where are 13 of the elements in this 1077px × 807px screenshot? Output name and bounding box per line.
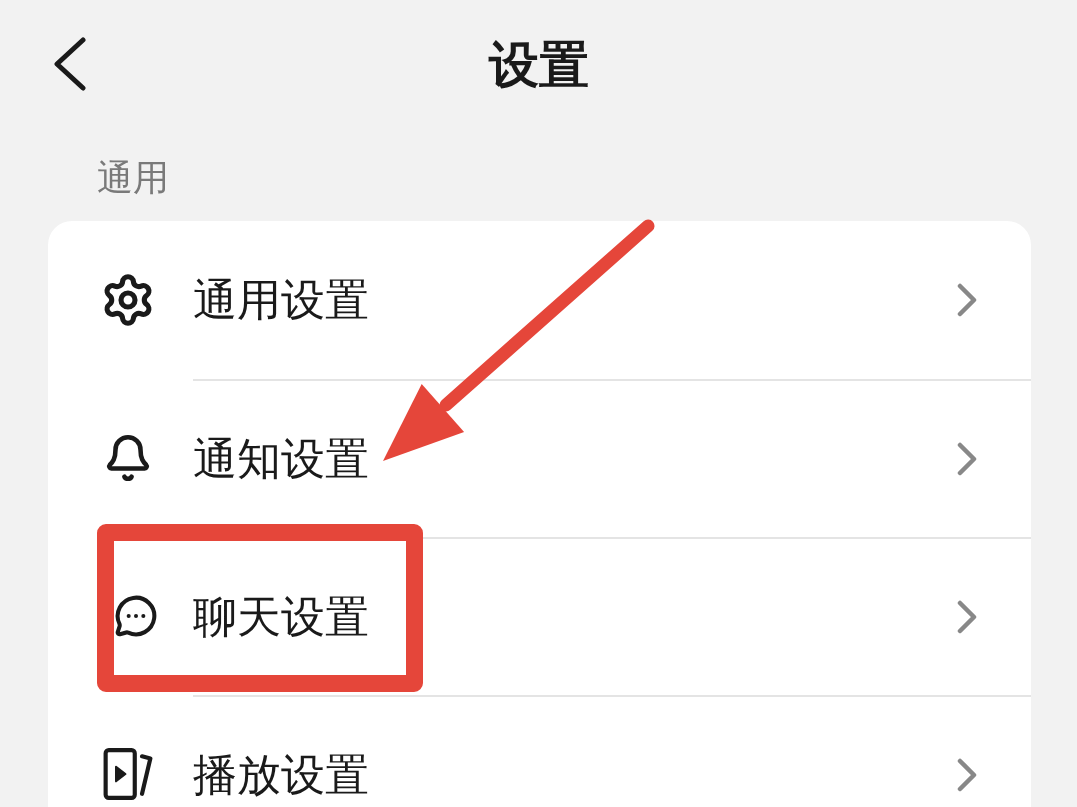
setting-label[interactable]: 聊天设置 xyxy=(193,593,369,642)
chevron-right-icon xyxy=(957,442,977,477)
chat-bubble-icon xyxy=(114,594,158,639)
chevron-right-icon xyxy=(957,283,977,318)
play-frame-icon xyxy=(102,748,154,801)
setting-label[interactable]: 通用设置 xyxy=(193,276,369,325)
setting-label[interactable]: 播放设置 xyxy=(193,751,369,800)
chevron-right-icon xyxy=(957,600,977,635)
page-title: 设置 xyxy=(488,35,589,95)
setting-label[interactable]: 通知设置 xyxy=(193,435,369,484)
section-label: 通用 xyxy=(97,156,169,200)
chevron-left-icon xyxy=(53,37,87,91)
chevron-right-icon xyxy=(957,758,977,793)
